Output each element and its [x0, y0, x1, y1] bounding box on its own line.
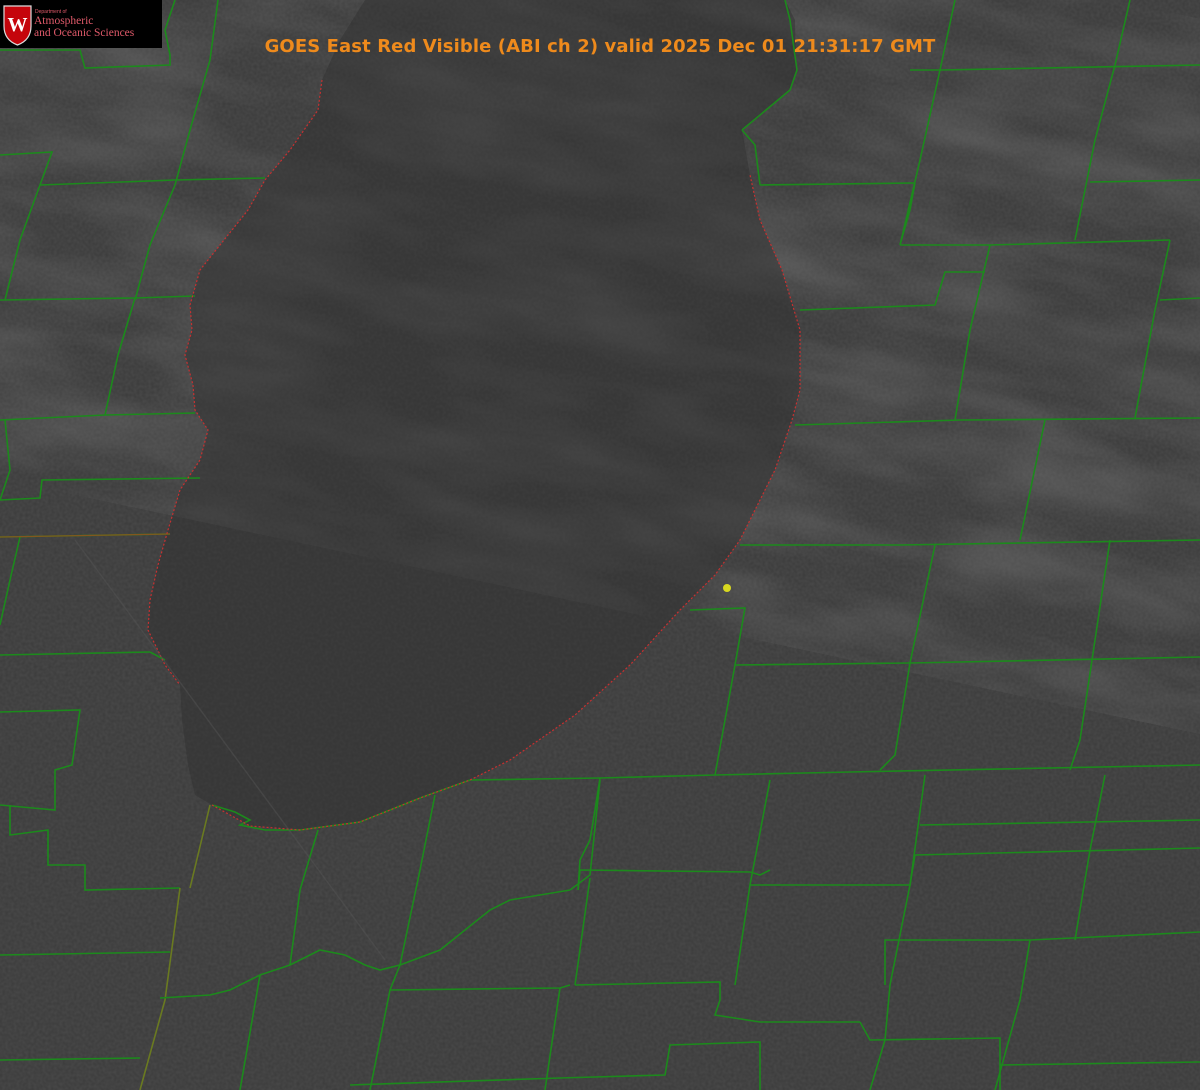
image-title: GOES East Red Visible (ABI ch 2) valid 2…: [264, 36, 936, 57]
crest-letter: W: [8, 14, 28, 36]
satellite-image: [0, 0, 1200, 1090]
satellite-map-viewer: W Department of Atmospheric and Oceanic …: [0, 0, 1200, 1090]
location-marker[interactable]: [723, 584, 731, 592]
